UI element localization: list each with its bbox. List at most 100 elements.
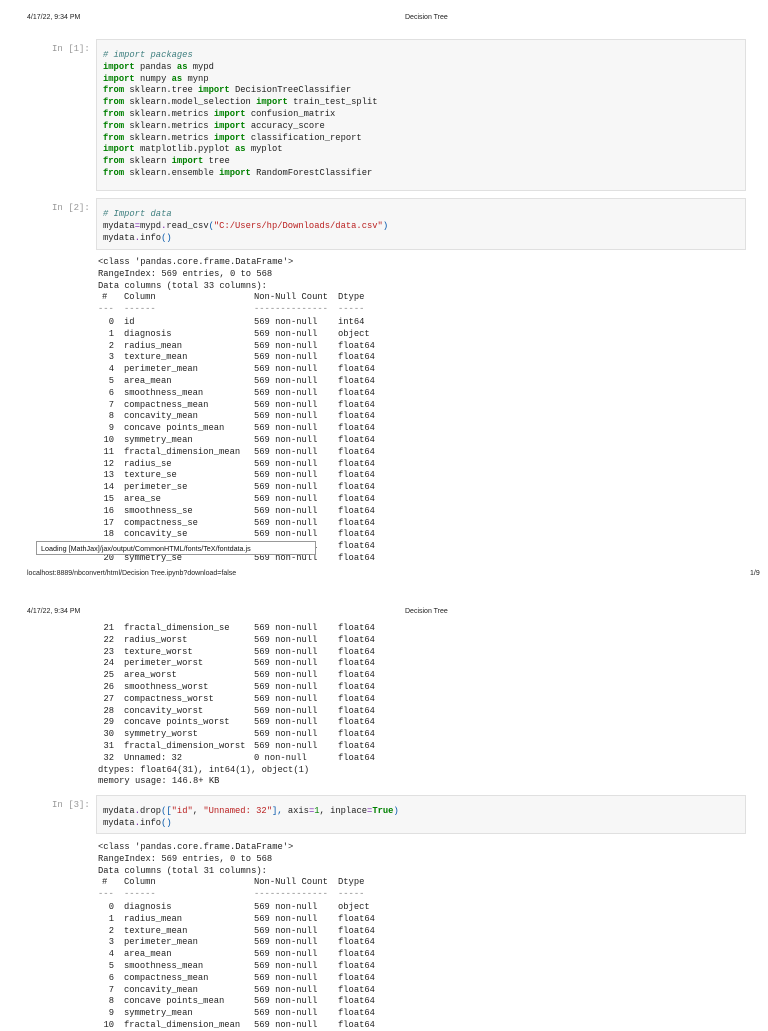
column-row-column: area_worst [124, 670, 177, 681]
column-row-dtype: float64 [338, 729, 375, 740]
column-row-column: concave points_mean [124, 996, 225, 1007]
code-token: from [103, 97, 125, 108]
column-row-column: concavity_mean [124, 411, 198, 422]
column-row-column: area_mean [124, 949, 172, 960]
code-cell-3[interactable]: mydata.drop(["id", "Unnamed: 32"], axis=… [96, 795, 746, 834]
code-token: import [213, 109, 246, 119]
column-row-count: 569 non-null [254, 634, 318, 645]
column-row-index: 18 [103, 529, 114, 540]
column-row-count: 569 non-null [254, 961, 318, 971]
code-token: import [219, 168, 251, 178]
column-row-column: texture_worst [124, 646, 193, 657]
column-row-dtype: float64 [338, 352, 375, 363]
code-cell-1[interactable]: # import packages import pandas as mypd im… [96, 39, 746, 191]
code-token: from [103, 168, 125, 178]
column-row-dtype: float64 [338, 623, 375, 633]
column-row-count: 569 non-null [254, 494, 318, 504]
column-row-count: 569 non-null [254, 658, 318, 669]
column-row-index: 2 [108, 925, 114, 936]
column-row-count: 569 non-null [254, 623, 318, 633]
code-token: ) [382, 220, 389, 231]
code-token: RandomForestClassifier [250, 168, 373, 178]
code-token: read_csv [166, 220, 209, 231]
column-row-column: texture_mean [124, 352, 188, 363]
code-token: numpy [134, 73, 172, 84]
code-token: info [139, 817, 162, 828]
column-row-dtype: float64 [338, 984, 375, 995]
column-row-index: 21 [103, 623, 114, 633]
column-row-column: symmetry_mean [124, 1008, 193, 1019]
column-row-index: 12 [103, 458, 114, 469]
column-row-count: 569 non-null [254, 470, 318, 481]
table-divider: ------ [124, 304, 156, 315]
code-token: myplot [245, 144, 283, 155]
table-divider: --- [98, 889, 114, 900]
column-row-count: 569 non-null [254, 328, 318, 339]
code-line: mydata.info() [103, 233, 172, 244]
column-row-index: 7 [108, 399, 114, 410]
column-row-count: 569 non-null [254, 1008, 318, 1019]
code-token: import [256, 97, 288, 108]
column-row-index: 30 [103, 729, 114, 740]
column-row-index: 31 [103, 741, 114, 751]
column-row-count: 569 non-null [254, 399, 318, 410]
column-row-column: fractal_dimension_mean [124, 1020, 241, 1030]
column-row-dtype: float64 [338, 387, 375, 398]
table-header-count: Non-Null Count [254, 292, 328, 303]
code-token: info [139, 232, 162, 243]
page2-title: Decision Tree [405, 608, 448, 615]
code-token: tree [203, 156, 230, 167]
code-line: mydata=mypd.read_csv("C:/Users/hp/Downlo… [103, 221, 388, 232]
column-row-column: area_mean [124, 376, 172, 386]
info-text: <class 'pandas.core.frame.DataFrame'> [98, 842, 294, 852]
column-row-index: 11 [103, 446, 114, 457]
column-row-column: fractal_dimension_worst [124, 741, 246, 751]
column-row-dtype: float64 [338, 482, 375, 493]
column-row-count: 569 non-null [254, 505, 318, 516]
column-row-index: 15 [103, 494, 114, 504]
code-token: , inplace [319, 806, 368, 816]
column-row-count: 569 non-null [254, 705, 318, 716]
column-row-index: 8 [108, 996, 114, 1007]
table-header-dtype: Dtype [338, 292, 365, 303]
code-token: import [103, 144, 135, 155]
column-row-dtype: float64 [338, 340, 375, 351]
column-row-count: 569 non-null [254, 1020, 318, 1030]
column-row-dtype: float64 [338, 658, 375, 669]
code-token: ([ [161, 806, 172, 816]
column-row-index: 1 [108, 913, 114, 924]
table-divider: --- [98, 304, 114, 315]
code-token: matplotlib.pyplot [134, 144, 235, 155]
column-row-dtype: float64 [338, 693, 375, 704]
code-cell-2[interactable]: # Import data mydata=mypd.read_csv("C:/Us… [96, 198, 746, 250]
table-header-index: # [102, 292, 108, 303]
column-row-count: 569 non-null [254, 913, 318, 924]
column-row-index: 24 [103, 658, 114, 669]
column-row-dtype: float64 [338, 1008, 375, 1019]
code-token: confusion_matrix [245, 109, 336, 119]
column-row-index: 13 [103, 470, 114, 481]
column-row-index: 16 [103, 505, 114, 516]
column-row-column: smoothness_worst [124, 682, 209, 692]
code-token: import [171, 156, 204, 167]
column-row-index: 3 [108, 352, 114, 363]
column-row-index: 32 [103, 752, 114, 763]
code-token: accuracy_score [245, 120, 325, 131]
column-row-count: 569 non-null [254, 352, 318, 363]
column-row-dtype: float64 [338, 364, 375, 375]
column-row-column: smoothness_se [124, 505, 193, 516]
page1-footer-url: localhost:8889/nbconvert/html/Decision T… [27, 570, 237, 577]
page1-date: 4/17/22, 9:34 PM [27, 14, 81, 21]
code-token: mynp [182, 73, 209, 84]
column-row-column: compactness_mean [124, 972, 209, 983]
column-row-index: 29 [103, 717, 114, 728]
column-row-index: 4 [108, 949, 114, 960]
table-divider: ----- [338, 889, 365, 900]
column-row-column: concavity_mean [124, 984, 198, 995]
column-row-count: 569 non-null [254, 482, 318, 493]
column-row-index: 17 [103, 517, 114, 528]
cell2-prompt: In [2]: [52, 203, 90, 213]
code-token: True [372, 806, 394, 816]
code-line: from sklearn.metrics import confusion_ma… [103, 109, 335, 120]
code-token: drop [139, 806, 162, 816]
